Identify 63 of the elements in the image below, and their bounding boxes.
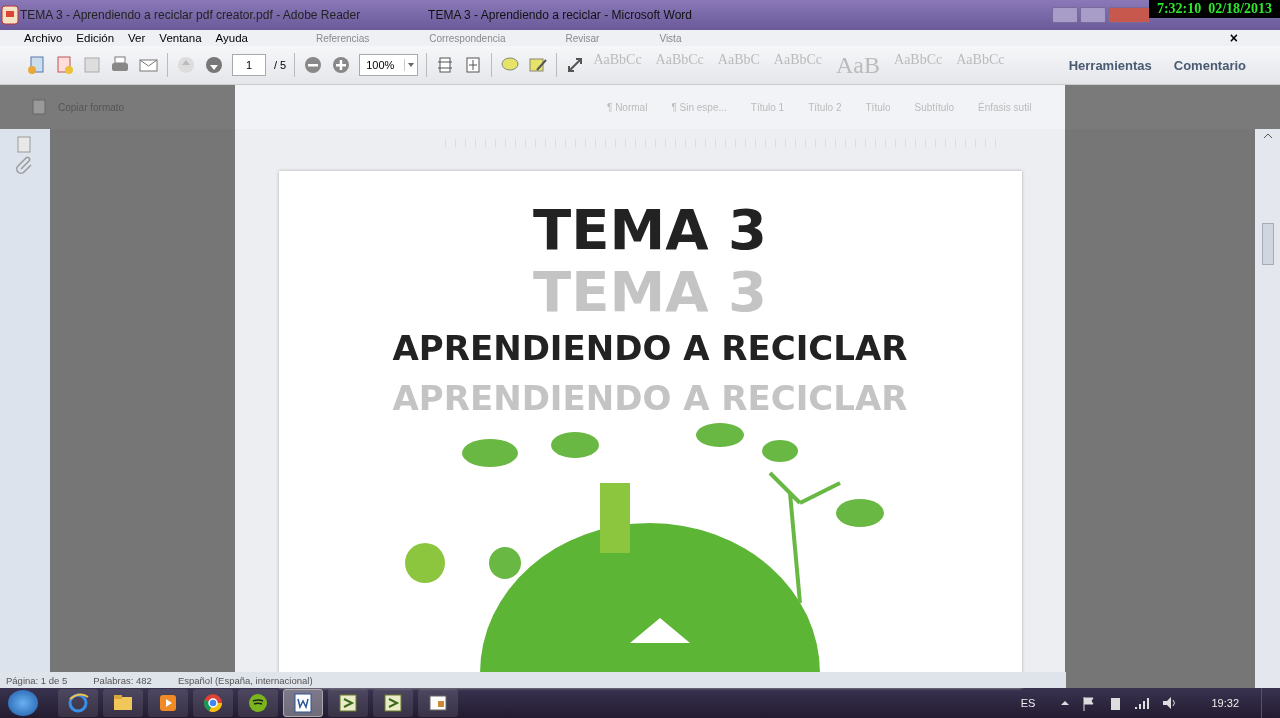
taskbar-button[interactable]	[418, 689, 458, 717]
sound-waves-icon	[246, 691, 270, 715]
style-preview[interactable]: AaBbCc	[773, 51, 823, 79]
taskbar-button[interactable]	[193, 689, 233, 717]
style-preview[interactable]: AaBbC	[717, 51, 760, 79]
close-button[interactable]: ×	[1229, 30, 1238, 46]
taskbar-button[interactable]	[148, 689, 188, 717]
style-name[interactable]: ¶ Normal	[607, 101, 648, 113]
page-total: / 5	[274, 59, 287, 71]
zoom-out-icon[interactable]	[303, 55, 324, 75]
style-preview[interactable]: AaBbCc	[593, 51, 642, 79]
sign-pen-icon[interactable]	[528, 55, 549, 75]
panel-tab[interactable]: Comentario	[1173, 57, 1246, 73]
menu-item[interactable]: Ventana	[159, 32, 202, 44]
panel-tab[interactable]: Herramientas	[1068, 57, 1152, 73]
taskbar-button[interactable]	[283, 689, 323, 717]
document-w-icon	[291, 691, 315, 715]
scrollbar-thumb[interactable]	[1261, 223, 1274, 265]
menu-item[interactable]: Ver	[128, 32, 146, 44]
chevron-sheet-icon	[381, 691, 405, 715]
zoom-dropdown[interactable]: 100%	[359, 54, 419, 76]
style-name[interactable]: Énfasis sutil	[978, 101, 1032, 113]
start-button[interactable]	[8, 690, 38, 716]
status-text: Página: 1 de 5	[6, 674, 68, 686]
taskbar-button[interactable]	[328, 689, 368, 717]
ribbon-tab[interactable]: Vista	[659, 32, 682, 44]
status-text: Español (España, internacional)	[177, 674, 313, 686]
menu-item[interactable]: Ayuda	[215, 32, 248, 44]
document-title: TEMA 3	[533, 199, 767, 261]
chrome-ball-icon	[201, 691, 225, 715]
status-text: Palabras: 482	[93, 674, 152, 686]
signal-bars-icon[interactable]	[1133, 695, 1152, 711]
document-subtitle: APRENDIENDO A RECICLAR	[392, 377, 908, 420]
taskbar-button[interactable]	[238, 689, 278, 717]
paperclip-icon[interactable]	[15, 155, 35, 175]
document-subtitle: APRENDIENDO A RECICLAR	[392, 327, 908, 370]
window-title: TEMA 3 - Aprendiendo a reciclar pdf creator.pdf - Adobe Reader	[20, 8, 361, 22]
globe-e-icon	[66, 691, 90, 715]
taskbar-button[interactable]	[373, 689, 413, 717]
ribbon-tab[interactable]: Correspondencia	[429, 32, 506, 44]
language-indicator[interactable]: ES	[1020, 697, 1036, 709]
menu-item[interactable]: Edición	[76, 32, 115, 44]
menu-item[interactable]: Archivo	[24, 32, 63, 44]
window-title: TEMA 3 - Aprendiendo a reciclar - Microsoft Word	[428, 8, 692, 22]
page-down-icon[interactable]	[204, 55, 224, 75]
clock-overlay: 7:32:10 02/18/2013	[1156, 1, 1272, 16]
taskbar-button[interactable]	[103, 689, 143, 717]
clock[interactable]: 19:32	[1211, 697, 1239, 709]
style-name[interactable]: Subtítulo	[914, 101, 954, 113]
chevron-sheet-icon	[336, 691, 360, 715]
document-title: TEMA 3	[533, 261, 767, 323]
style-preview[interactable]: AaBbCc	[894, 51, 943, 79]
zoom-in-icon[interactable]	[331, 55, 352, 75]
style-preview[interactable]: AaB	[836, 51, 881, 79]
ribbon-tab[interactable]: Referencias	[315, 32, 370, 44]
reader-logo-icon	[0, 5, 20, 25]
style-preview[interactable]: AaBbCc	[956, 51, 1005, 79]
ribbon-tab[interactable]: Revisar	[565, 32, 600, 44]
taskbar-button[interactable]	[58, 689, 98, 717]
speaker-icon[interactable]	[1161, 695, 1178, 711]
style-name[interactable]: Título	[865, 101, 891, 113]
style-preview[interactable]: AaBbCc	[655, 51, 704, 79]
page-number-field[interactable]: 1	[232, 54, 266, 76]
